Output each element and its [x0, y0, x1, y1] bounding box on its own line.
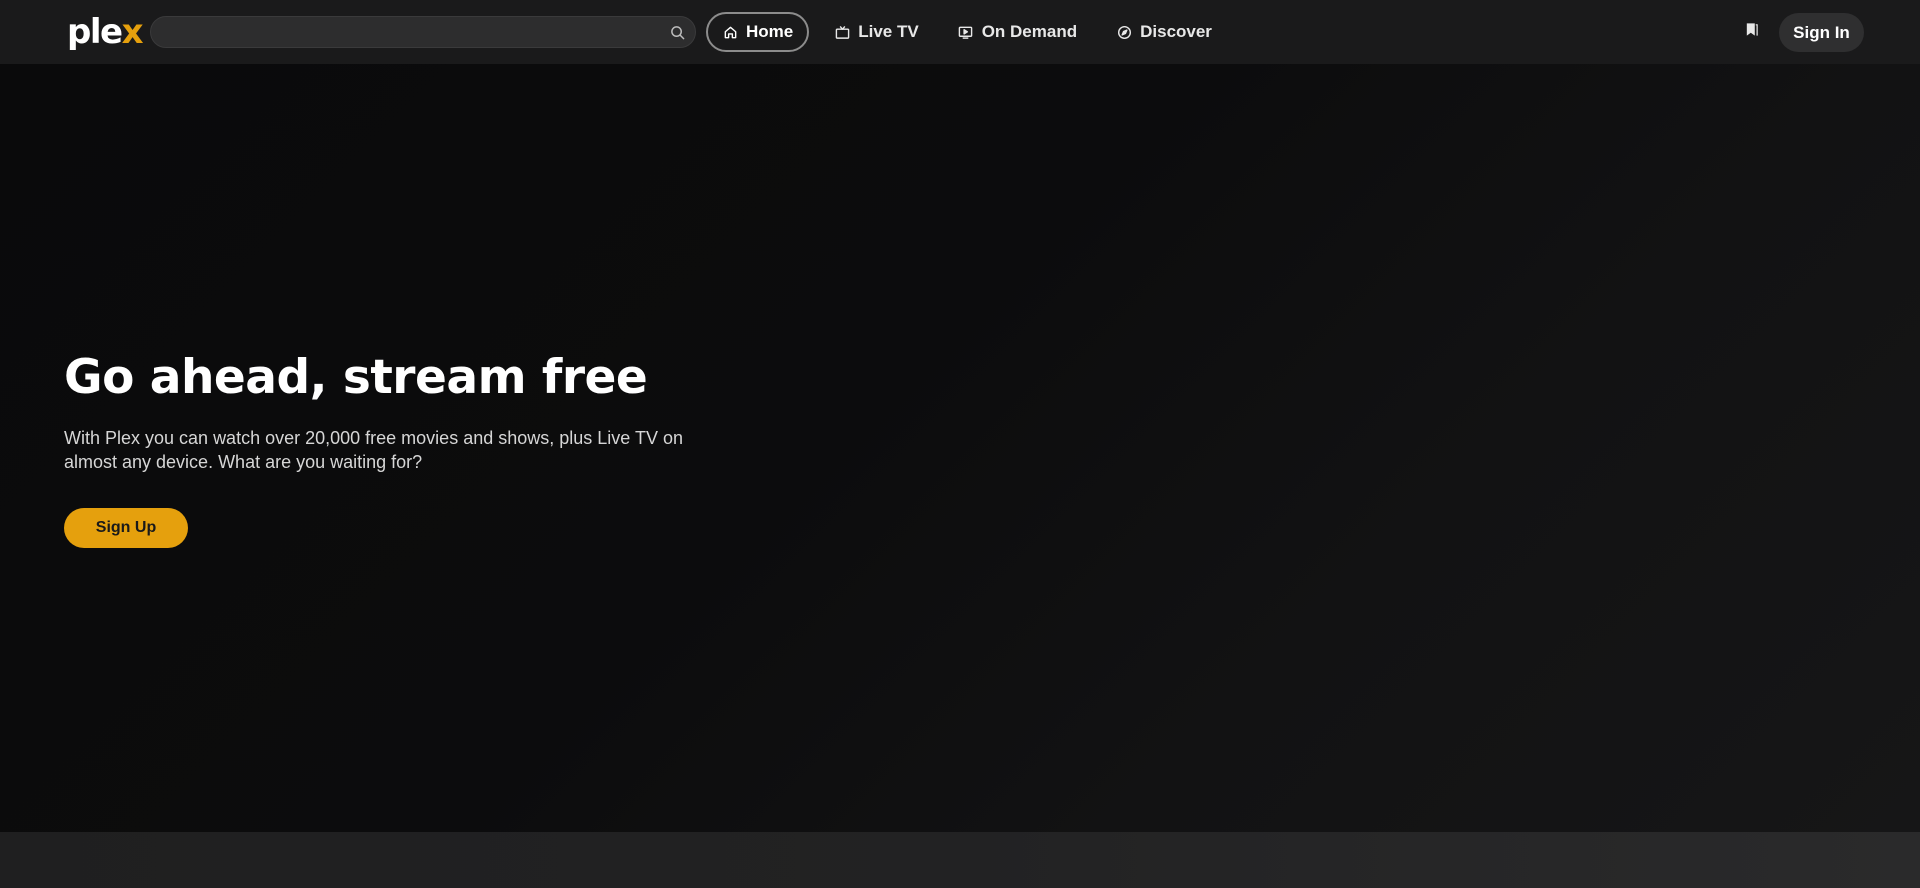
- search-input[interactable]: [151, 17, 659, 47]
- plex-logo[interactable]: ple x: [67, 12, 144, 52]
- watchlist-button[interactable]: [1736, 16, 1766, 48]
- nav-item-home[interactable]: Home: [706, 12, 810, 52]
- nav-item-on-demand[interactable]: On Demand: [944, 12, 1091, 52]
- logo-text: ple: [67, 12, 123, 52]
- hero-section: Go ahead, stream free With Plex you can …: [0, 64, 1920, 832]
- home-icon: [722, 24, 738, 40]
- tv-icon: [834, 24, 850, 40]
- top-navigation-bar: ple x Home Live TV On Demand Discover Si…: [0, 0, 1920, 64]
- sign-in-button[interactable]: Sign In: [1779, 13, 1864, 52]
- compass-icon: [1116, 24, 1132, 40]
- hero-subtitle: With Plex you can watch over 20,000 free…: [64, 428, 683, 472]
- nav-item-live-tv[interactable]: Live TV: [820, 12, 932, 52]
- nav-label-discover: Discover: [1140, 22, 1212, 41]
- bookmark-icon: [1744, 22, 1759, 42]
- play-screen-icon: [958, 24, 974, 40]
- bottom-content-strip: [0, 832, 1920, 888]
- nav-item-discover[interactable]: Discover: [1102, 12, 1226, 52]
- nav-label-home: Home: [746, 22, 794, 41]
- nav-label-on-demand: On Demand: [981, 22, 1078, 41]
- sign-up-button[interactable]: Sign Up: [64, 508, 188, 548]
- search-bar: [150, 16, 696, 48]
- logo-accent: x: [121, 12, 144, 52]
- nav-label-live-tv: Live TV: [858, 22, 919, 41]
- search-icon[interactable]: [659, 16, 695, 48]
- main-nav: Home Live TV On Demand Discover: [706, 12, 1237, 52]
- hero-title: Go ahead, stream free: [64, 350, 648, 405]
